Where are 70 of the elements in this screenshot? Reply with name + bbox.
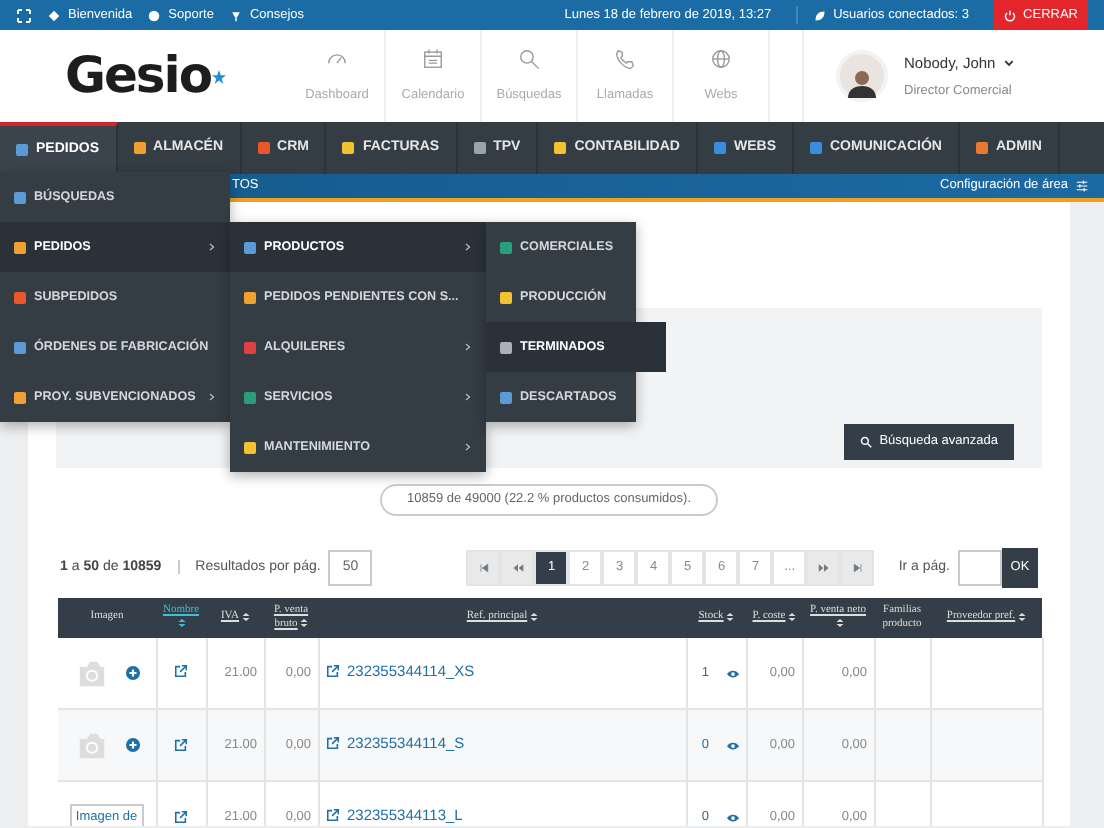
external-link-icon bbox=[325, 736, 339, 751]
search-icon bbox=[518, 47, 540, 70]
grid-icon bbox=[16, 7, 32, 23]
chevron-right-icon bbox=[208, 242, 216, 252]
person-icon bbox=[846, 66, 878, 98]
star-icon bbox=[211, 69, 226, 83]
page-nav-button[interactable] bbox=[806, 549, 841, 586]
external-link-icon bbox=[174, 809, 188, 824]
sort-icon bbox=[299, 617, 308, 628]
next-page-icon bbox=[817, 561, 830, 574]
nav-icon bbox=[809, 142, 822, 154]
menu-item-icon bbox=[500, 341, 512, 353]
menu-item-icon bbox=[14, 291, 26, 303]
page-nav-button[interactable] bbox=[466, 549, 501, 586]
globe-icon bbox=[710, 47, 732, 70]
sort-icon bbox=[529, 611, 538, 622]
menu-item-icon bbox=[14, 241, 26, 253]
menu-item-icon bbox=[500, 241, 512, 253]
sort-icon bbox=[787, 611, 796, 622]
add-circle-icon bbox=[125, 738, 140, 753]
menu-item-icon bbox=[244, 291, 256, 303]
sort-icon bbox=[241, 611, 250, 622]
add-circle-icon bbox=[125, 666, 140, 680]
menu-item-icon bbox=[14, 391, 26, 403]
external-link-icon bbox=[174, 737, 188, 752]
nav-icon bbox=[133, 142, 146, 154]
chevron-right-icon bbox=[464, 442, 472, 452]
chevron-right-icon bbox=[464, 242, 472, 252]
menu-item-icon bbox=[14, 341, 26, 353]
external-link-icon bbox=[325, 808, 339, 823]
caret-icon bbox=[1003, 57, 1014, 68]
previous-page-icon bbox=[511, 561, 524, 574]
first-page-icon bbox=[477, 561, 490, 574]
phone-icon bbox=[614, 47, 636, 70]
external-link-icon bbox=[325, 664, 339, 679]
page-nav-button[interactable] bbox=[840, 549, 875, 586]
menu-item-icon bbox=[244, 441, 256, 453]
sort-icon bbox=[1017, 611, 1026, 622]
chevron-right-icon bbox=[464, 342, 472, 352]
sliders-icon bbox=[1076, 180, 1088, 192]
chevron-right-icon bbox=[208, 392, 216, 402]
sort-icon bbox=[178, 617, 186, 628]
chevron-right-icon bbox=[464, 392, 472, 402]
menu-item-icon bbox=[500, 391, 512, 403]
nav-icon bbox=[554, 142, 567, 154]
menu-item-icon bbox=[244, 391, 256, 403]
menu-item-icon bbox=[500, 291, 512, 303]
sort-icon bbox=[835, 617, 843, 628]
nav-icon bbox=[342, 142, 355, 154]
power-icon bbox=[1003, 9, 1016, 21]
nav-icon bbox=[975, 142, 988, 154]
diamond-icon bbox=[48, 9, 60, 21]
eye-icon bbox=[725, 739, 739, 752]
page-nav-button[interactable] bbox=[500, 549, 535, 586]
leaf-icon bbox=[813, 9, 826, 21]
nav-icon bbox=[713, 142, 726, 154]
nav-icon bbox=[16, 144, 28, 156]
nav-icon bbox=[257, 142, 270, 154]
sort-icon bbox=[725, 611, 734, 622]
menu-item-icon bbox=[244, 341, 256, 353]
page-number-field[interactable] bbox=[958, 549, 1002, 586]
search-icon bbox=[859, 436, 872, 449]
menu-item-icon bbox=[244, 241, 256, 253]
last-page-icon bbox=[851, 561, 864, 574]
nav-icon bbox=[473, 142, 486, 154]
menu-item-icon bbox=[14, 191, 26, 203]
external-link-icon bbox=[174, 664, 188, 679]
eye-icon bbox=[725, 667, 739, 679]
calendar-icon bbox=[422, 47, 444, 70]
logo: Gesio bbox=[64, 44, 212, 109]
